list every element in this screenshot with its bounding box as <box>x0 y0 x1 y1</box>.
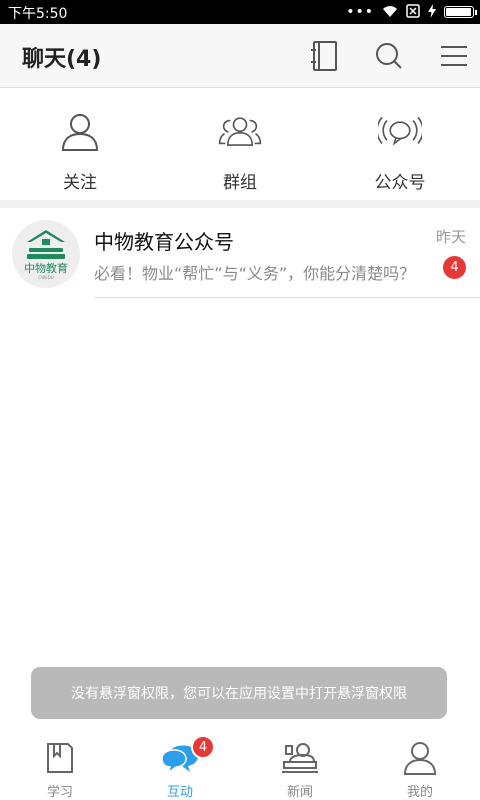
category-label: 关注 <box>63 173 97 193</box>
tab-interaction[interactable]: 互动 4 <box>120 730 240 800</box>
status-icons: ••• <box>346 3 477 22</box>
person-icon <box>58 110 102 154</box>
tab-label: 新闻 <box>286 785 313 800</box>
cwedu-logo-icon: 中物教育 CWEDU <box>24 230 68 280</box>
search-icon[interactable] <box>371 38 407 74</box>
category-follow[interactable]: 关注 <box>0 88 160 200</box>
tab-news[interactable]: 新闻 <box>240 730 360 800</box>
chat-name: 中物教育公众号 <box>94 230 234 254</box>
tab-label: 学习 <box>46 785 73 800</box>
tab-badge: 4 <box>191 735 215 759</box>
status-bar: 下午5:50 ••• <box>0 0 480 24</box>
svg-text:CWEDU: CWEDU <box>38 275 53 280</box>
svg-text:中物教育: 中物教育 <box>24 261 68 275</box>
page-title: 聊天(4) <box>22 47 102 72</box>
book-icon <box>40 738 80 777</box>
tab-label: 互动 <box>166 785 193 800</box>
battery-icon <box>444 6 477 18</box>
avatar: 中物教育 CWEDU <box>12 220 80 288</box>
section-divider <box>0 200 480 208</box>
tab-study[interactable]: 学习 <box>0 730 120 800</box>
group-icon <box>218 110 262 154</box>
chat-time: 昨天 <box>435 228 466 246</box>
item-divider <box>94 297 480 298</box>
unread-badge: 4 <box>443 256 466 279</box>
tab-mine[interactable]: 我的 <box>360 730 480 800</box>
toast-message: 没有悬浮窗权限，您可以在应用设置中打开悬浮窗权限 <box>31 667 447 719</box>
menu-icon[interactable] <box>436 38 472 74</box>
category-label: 群组 <box>223 173 257 193</box>
app-header: 聊天(4) <box>0 24 480 88</box>
profile-icon <box>400 738 440 777</box>
bottom-tab-bar: 学习 互动 4 新闻 我的 <box>0 730 480 800</box>
category-groups[interactable]: 群组 <box>160 88 320 200</box>
chat-list-item[interactable]: 中物教育 CWEDU 中物教育公众号 昨天 必看！物业“帮忙”与“义务”，你能分… <box>0 208 480 298</box>
dots-icon: ••• <box>346 4 374 20</box>
chat-preview: 必看！物业“帮忙”与“义务”，你能分清楚吗？ <box>94 264 416 283</box>
contacts-book-icon[interactable] <box>306 38 342 74</box>
broadcast-icon <box>378 110 422 154</box>
wifi-icon <box>382 3 398 22</box>
category-row: 关注 群组 公众号 <box>0 88 480 200</box>
charging-icon <box>428 3 436 22</box>
category-label: 公众号 <box>374 173 426 193</box>
sim-x-icon <box>406 3 420 22</box>
news-icon <box>280 738 320 777</box>
status-time: 下午5:50 <box>8 6 68 22</box>
category-official-accounts[interactable]: 公众号 <box>320 88 480 200</box>
tab-label: 我的 <box>406 785 433 800</box>
